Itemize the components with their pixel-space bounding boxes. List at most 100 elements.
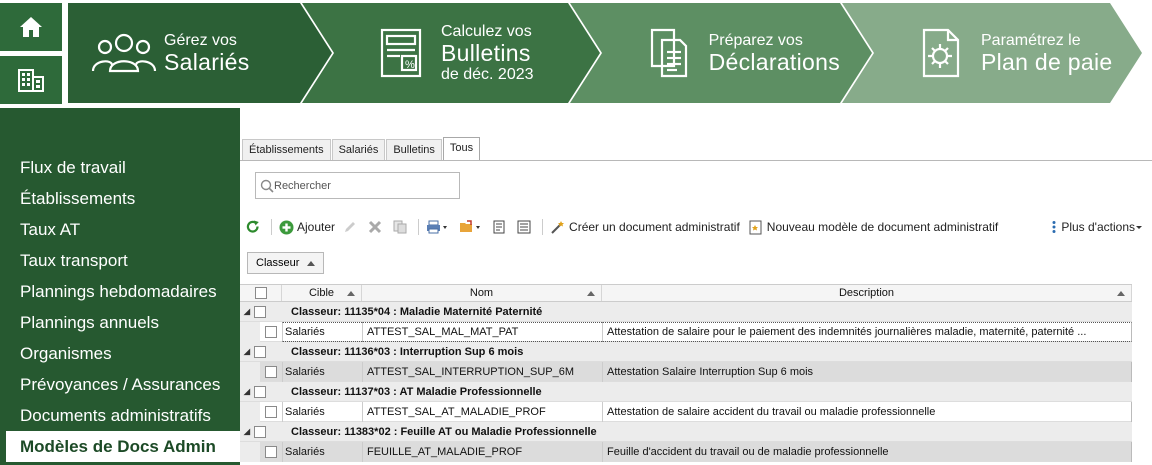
- table-row[interactable]: Salariés ATTEST_SAL_AT_MALADIE_PROF Atte…: [240, 401, 1132, 422]
- step-period: de déc. 2023: [441, 65, 534, 83]
- toolbar-separator: [418, 219, 420, 235]
- group-title: Classeur: 11135*04 : Maladie Maternité P…: [291, 305, 543, 318]
- step-title: Salariés: [164, 48, 250, 75]
- toolbar-separator: [271, 219, 272, 235]
- row-indent: [240, 441, 260, 462]
- sidebar-item-flux[interactable]: Flux de travail: [0, 152, 240, 183]
- sidebar-item-prevoyances[interactable]: Prévoyances / Assurances: [0, 369, 240, 400]
- group-checkbox[interactable]: [254, 385, 266, 398]
- row-indent: [240, 361, 260, 382]
- sidebar-item-etablissements[interactable]: Établissements: [0, 183, 240, 214]
- new-model-label: Nouveau modèle de document administratif: [766, 220, 999, 234]
- step-declarations[interactable]: Préparez vos Déclarations: [630, 3, 840, 103]
- create-doc-label: Créer un document administratif: [569, 220, 740, 234]
- home-button[interactable]: [0, 3, 62, 51]
- group-row[interactable]: ◢ Classeur: 11135*04 : Maladie Maternité …: [240, 302, 1132, 322]
- document-icon: [493, 220, 505, 234]
- step-salaries[interactable]: Gérez vos Salariés: [84, 3, 294, 103]
- group-row[interactable]: ◢ Classeur: 11383*02 : Feuille AT ou Mala…: [240, 422, 1132, 442]
- add-label: Ajouter: [297, 220, 336, 234]
- tab-bulletins[interactable]: Bulletins: [386, 139, 442, 160]
- table-row[interactable]: Salariés ATTEST_SAL_MAL_MAT_PAT Attestat…: [240, 321, 1132, 342]
- tab-bar: Établissements Salariés Bulletins Tous: [242, 137, 481, 160]
- collapse-icon[interactable]: ◢: [240, 387, 254, 396]
- column-description-label: Description: [838, 287, 895, 299]
- sidebar-item-taux-at[interactable]: Taux AT: [0, 214, 240, 245]
- search-placeholder: Rechercher: [274, 179, 331, 192]
- collapse-icon[interactable]: ◢: [240, 307, 254, 316]
- cell-cible: Salariés: [282, 361, 362, 382]
- collapse-icon[interactable]: ◢: [240, 427, 254, 436]
- sort-asc-icon: [307, 260, 316, 266]
- cell-nom: FEUILLE_AT_MALADIE_PROF: [362, 441, 602, 462]
- copy-button[interactable]: [393, 220, 410, 234]
- app-window: Gérez vos Salariés % Calculez vos Bulletin…: [0, 0, 1152, 465]
- tab-salaries[interactable]: Salariés: [331, 139, 386, 160]
- documents-grid: Cible Nom Description ◢ Classeur: 11135*0…: [240, 284, 1132, 462]
- add-button[interactable]: Ajouter: [279, 220, 335, 235]
- print-button[interactable]: [426, 220, 451, 234]
- group-checkbox[interactable]: [254, 345, 266, 358]
- sidebar-item-modeles-docs[interactable]: Modèles de Docs Admin: [6, 431, 240, 462]
- row-checkbox[interactable]: [265, 325, 277, 338]
- group-checkbox[interactable]: [254, 425, 266, 438]
- more-actions-button[interactable]: Plus d'actions: [1050, 220, 1146, 234]
- search-input[interactable]: Rechercher: [255, 172, 460, 199]
- sidebar-item-taux-transport[interactable]: Taux transport: [0, 245, 240, 276]
- table-row[interactable]: Salariés FEUILLE_AT_MALADIE_PROF Feuille…: [240, 441, 1132, 462]
- step-title: Plan de paie: [981, 48, 1113, 75]
- edit-button[interactable]: [343, 220, 360, 234]
- document-button[interactable]: [492, 220, 509, 234]
- sidebar-item-plannings-annuels[interactable]: Plannings annuels: [0, 307, 240, 338]
- cell-nom: ATTEST_SAL_INTERRUPTION_SUP_6M: [362, 361, 602, 382]
- select-all-cell[interactable]: [240, 285, 282, 301]
- sort-asc-icon: [347, 291, 355, 296]
- cell-description: Attestation de salaire pour le paiement …: [602, 321, 1132, 342]
- cell-cible: Salariés: [282, 441, 362, 462]
- groupby-chip[interactable]: Classeur: [247, 252, 325, 274]
- select-all-checkbox[interactable]: [254, 287, 267, 299]
- step-line1: Préparez vos: [708, 31, 803, 49]
- svg-text:%: %: [405, 59, 415, 71]
- list-icon: [517, 220, 531, 234]
- sidebar-item-documents-admin[interactable]: Documents administratifs: [0, 400, 240, 431]
- users-icon: [84, 23, 164, 83]
- delete-icon: [368, 220, 382, 234]
- workflow-banner: Gérez vos Salariés % Calculez vos Bulletin…: [68, 0, 1152, 106]
- tab-etablissements[interactable]: Établissements: [242, 139, 331, 160]
- sort-asc-icon: [587, 291, 595, 296]
- collapse-icon[interactable]: ◢: [240, 347, 254, 356]
- group-checkbox[interactable]: [254, 305, 266, 318]
- tab-tous[interactable]: Tous: [442, 137, 481, 160]
- sidebar: Flux de travail Établissements Taux AT T…: [0, 108, 240, 465]
- create-doc-button[interactable]: Créer un document administratif: [550, 220, 740, 235]
- row-checkbox[interactable]: [265, 405, 277, 418]
- group-row[interactable]: ◢ Classeur: 11136*03 : Interruption Sup 6…: [240, 342, 1132, 362]
- new-model-button[interactable]: Nouveau modèle de document administratif: [748, 220, 998, 235]
- refresh-button[interactable]: [246, 220, 263, 234]
- table-row[interactable]: Salariés ATTEST_SAL_INTERRUPTION_SUP_6M …: [240, 361, 1132, 382]
- step-bulletins[interactable]: % Calculez vos Bulletins de déc. 2023: [361, 3, 571, 103]
- establishment-button[interactable]: [0, 56, 62, 104]
- delete-button[interactable]: [368, 220, 385, 234]
- column-header-nom[interactable]: Nom: [362, 285, 602, 301]
- column-header-description[interactable]: Description: [602, 285, 1132, 301]
- more-vertical-icon: [1052, 221, 1056, 233]
- pencil-icon: [345, 222, 356, 232]
- main-panel: Établissements Salariés Bulletins Tous R…: [240, 108, 1152, 465]
- payslip-icon: %: [361, 23, 441, 83]
- refresh-icon: [246, 220, 259, 233]
- more-actions-label: Plus d'actions: [1061, 220, 1135, 234]
- column-header-cible[interactable]: Cible: [282, 285, 362, 301]
- row-indent: [240, 401, 260, 422]
- export-button[interactable]: [459, 220, 484, 234]
- sidebar-item-organismes[interactable]: Organismes: [0, 338, 240, 369]
- groupby-label: Classeur: [256, 257, 300, 269]
- sidebar-item-plannings-hebdo[interactable]: Plannings hebdomadaires: [0, 276, 240, 307]
- row-indent: [240, 321, 260, 342]
- row-checkbox[interactable]: [265, 445, 277, 458]
- step-plan-paie[interactable]: Paramétrez le Plan de paie: [901, 3, 1131, 103]
- list-button[interactable]: [517, 220, 534, 234]
- group-row[interactable]: ◢ Classeur: 11137*03 : AT Maladie Profess…: [240, 382, 1132, 402]
- row-checkbox[interactable]: [265, 365, 277, 378]
